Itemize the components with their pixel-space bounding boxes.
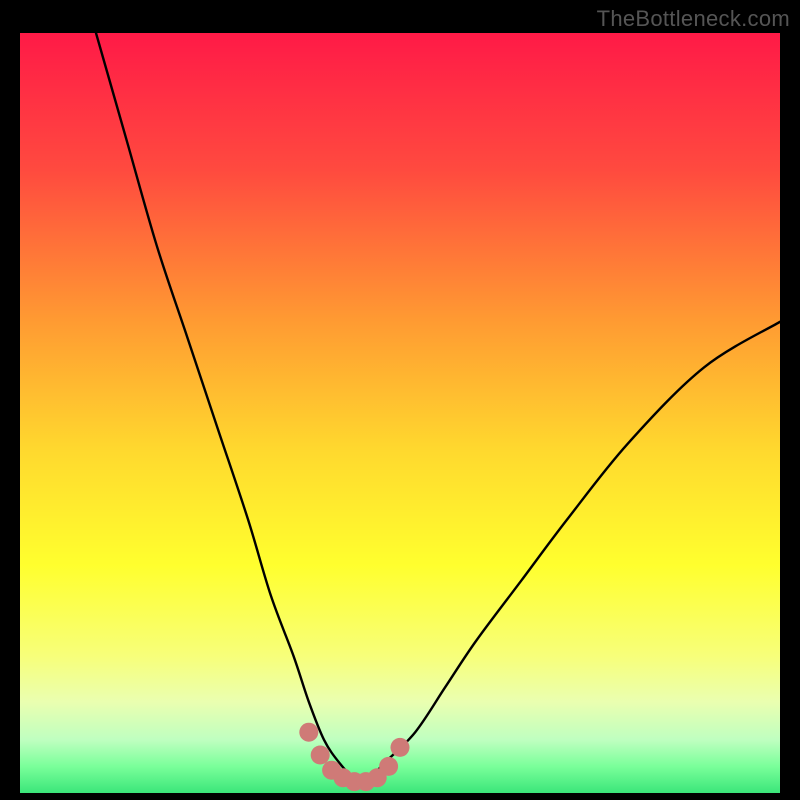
plot-gradient-background bbox=[20, 33, 780, 793]
marker-dot bbox=[311, 746, 330, 765]
chart-stage: TheBottleneck.com bbox=[0, 0, 800, 800]
marker-dot bbox=[391, 738, 410, 757]
marker-dot bbox=[379, 757, 398, 776]
watermark-text: TheBottleneck.com bbox=[597, 6, 790, 32]
bottleneck-chart bbox=[0, 0, 800, 800]
marker-dot bbox=[299, 723, 318, 742]
